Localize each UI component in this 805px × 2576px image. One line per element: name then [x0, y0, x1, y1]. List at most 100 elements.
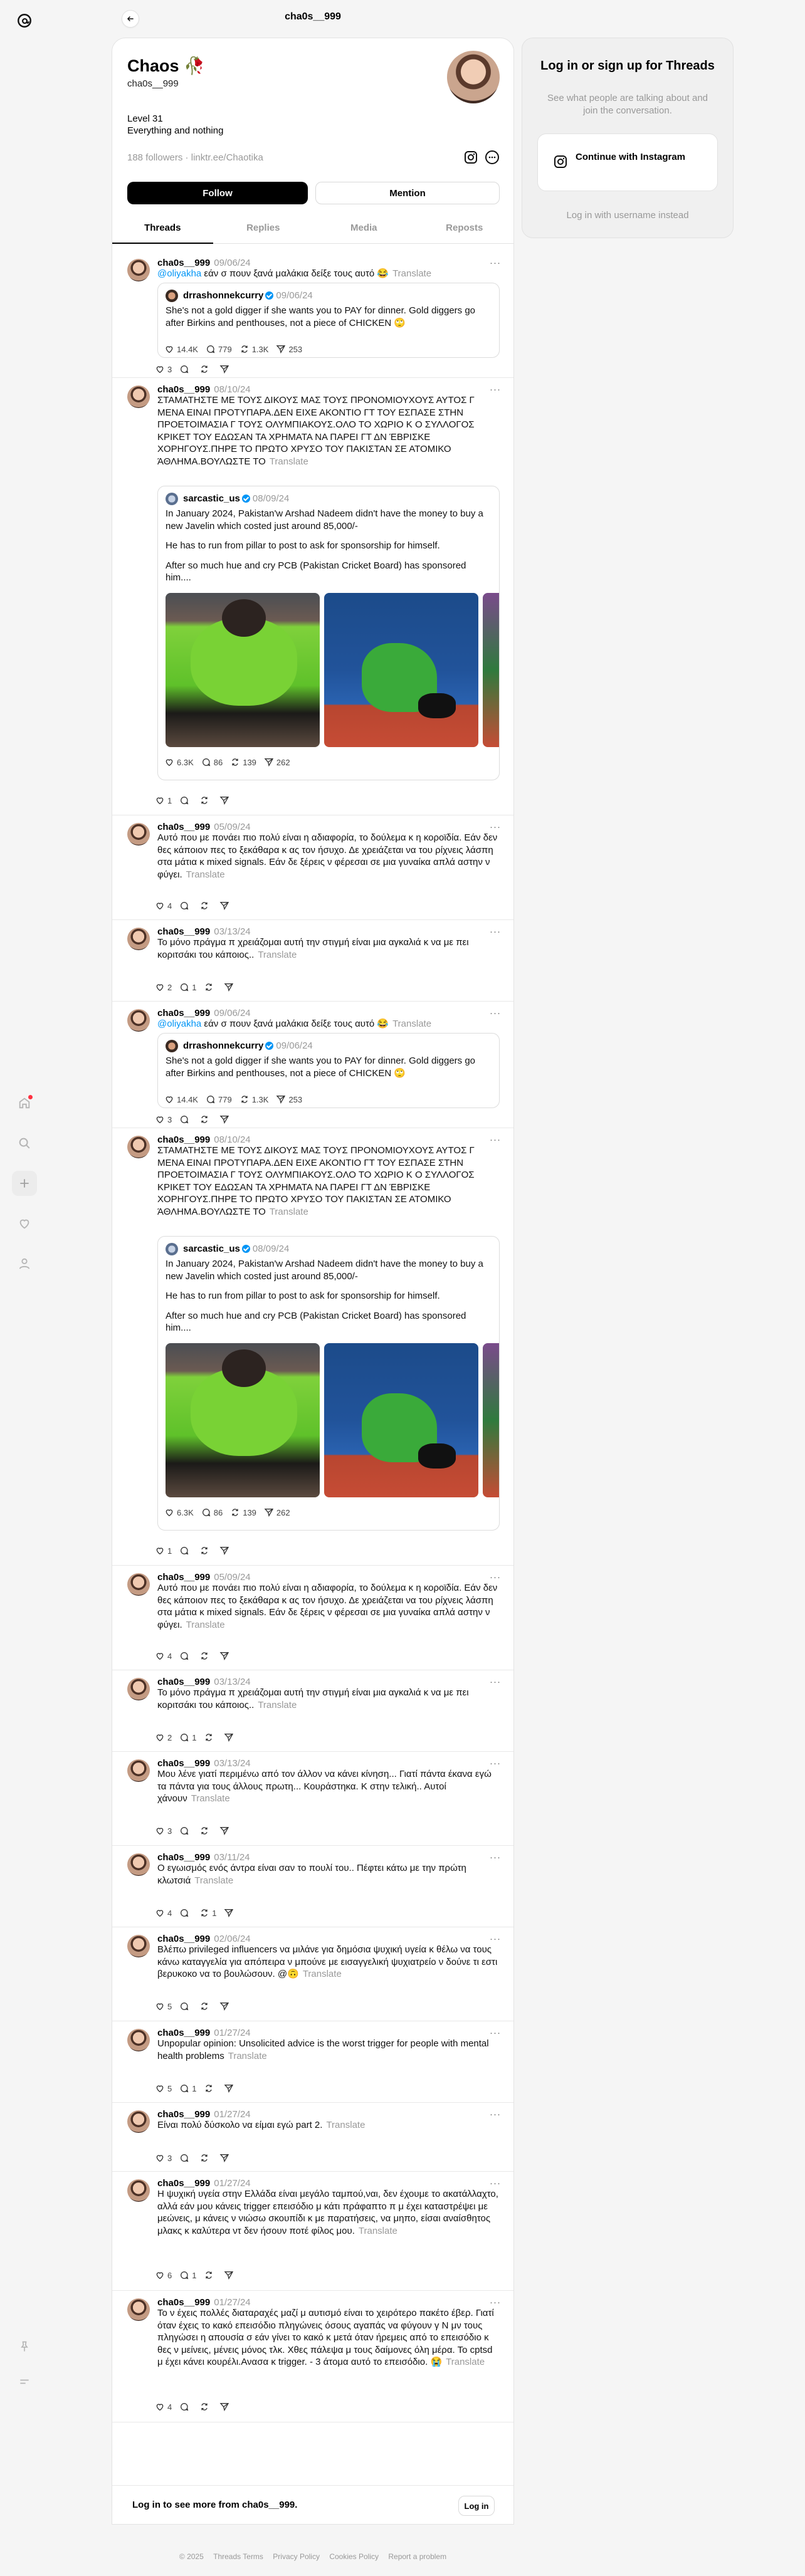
repost-button[interactable]: [199, 2001, 212, 2011]
post-more-icon[interactable]: ···: [490, 1008, 501, 1018]
post-more-icon[interactable]: ···: [490, 822, 501, 832]
repost-button[interactable]: 1.3K: [239, 1094, 268, 1104]
like-button[interactable]: 4: [155, 1908, 172, 1918]
post-avatar[interactable]: [127, 1935, 150, 1957]
post-avatar[interactable]: [127, 2179, 150, 2202]
reply-button[interactable]: 1: [179, 2083, 196, 2093]
post-date[interactable]: 03/11/24: [214, 1852, 250, 1863]
post-username[interactable]: cha0s__999: [157, 384, 210, 395]
share-button[interactable]: [219, 1826, 232, 1836]
thread-post[interactable]: cha0s__999 03/13/24 ··· Το μόνο πράγμα π χρ…: [112, 1670, 513, 1752]
post-date[interactable]: 01/27/24: [214, 2297, 250, 2308]
post-date[interactable]: 03/13/24: [214, 1758, 250, 1769]
repost-button[interactable]: [199, 795, 212, 805]
post-avatar[interactable]: [127, 1009, 150, 1032]
translate-link[interactable]: Translate: [270, 1207, 308, 1217]
follow-button[interactable]: Follow: [127, 182, 308, 204]
post-username[interactable]: cha0s__999: [157, 1008, 210, 1018]
thread-post[interactable]: cha0s__999 08/10/24 ··· ΣΤΑΜΑΤΗΣΤΕ ΜΕ ΤΟΥΣ …: [112, 378, 513, 815]
post-username[interactable]: cha0s__999: [157, 2178, 210, 2189]
post-avatar[interactable]: [127, 1853, 150, 1876]
post-avatar[interactable]: [127, 385, 150, 408]
tab-reposts[interactable]: Reposts: [414, 214, 514, 243]
post-date[interactable]: 03/13/24: [214, 1677, 250, 1687]
reply-button[interactable]: [179, 1908, 192, 1918]
footer-cookies-link[interactable]: Cookies Policy: [329, 2552, 379, 2561]
post-date[interactable]: 01/27/24: [214, 2109, 250, 2120]
like-button[interactable]: 6.3K: [164, 757, 194, 767]
create-icon[interactable]: [12, 1171, 37, 1196]
translate-link[interactable]: Translate: [303, 1969, 342, 1979]
login-button[interactable]: Log in: [458, 2496, 495, 2516]
profile-link[interactable]: linktr.ee/Chaotika: [191, 152, 263, 163]
translate-link[interactable]: Translate: [258, 1700, 297, 1710]
post-avatar[interactable]: [127, 2029, 150, 2051]
share-button[interactable]: [219, 1546, 232, 1556]
post-avatar[interactable]: [127, 823, 150, 846]
share-button[interactable]: [224, 982, 236, 992]
athlete-photo[interactable]: [324, 593, 478, 747]
quoted-post[interactable]: sarcastic_us 08/09/24 In January 2024, Pak…: [157, 486, 500, 780]
post-username[interactable]: cha0s__999: [157, 926, 210, 937]
reply-button[interactable]: 86: [201, 1507, 223, 1517]
athlete-photo[interactable]: [166, 1343, 320, 1497]
post-avatar[interactable]: [127, 2298, 150, 2321]
reply-button[interactable]: [179, 364, 192, 374]
post-more-icon[interactable]: ···: [490, 2109, 501, 2120]
footer-privacy-link[interactable]: Privacy Policy: [273, 2552, 320, 2561]
reply-button[interactable]: [179, 2153, 192, 2163]
translate-link[interactable]: Translate: [186, 1620, 225, 1630]
post-username[interactable]: cha0s__999: [157, 1572, 210, 1583]
post-more-icon[interactable]: ···: [490, 2028, 501, 2038]
thread-post[interactable]: cha0s__999 03/11/24 ··· Ο εγωισμός ενός άντ…: [112, 1846, 513, 1927]
repost-button[interactable]: 1.3K: [239, 344, 268, 354]
thread-post[interactable]: cha0s__999 09/06/24 ··· @oliyakha εάν σ που…: [112, 251, 513, 378]
mention-link[interactable]: @oliyakha: [157, 1018, 201, 1029]
quoted-avatar[interactable]: [166, 290, 178, 302]
footer-terms-link[interactable]: Threads Terms: [213, 2552, 263, 2561]
share-button[interactable]: [219, 2402, 232, 2412]
media-carousel[interactable]: [166, 593, 499, 747]
thread-post[interactable]: cha0s__999 05/09/24 ··· Αυτό που με πονάει …: [112, 1566, 513, 1670]
post-avatar[interactable]: [127, 928, 150, 950]
repost-button[interactable]: [199, 1546, 212, 1556]
repost-button[interactable]: [199, 364, 212, 374]
share-button[interactable]: [219, 901, 232, 911]
tab-threads[interactable]: Threads: [112, 214, 213, 244]
like-button[interactable]: 3: [155, 364, 172, 374]
share-button[interactable]: 253: [276, 1094, 302, 1104]
profile-icon[interactable]: [12, 1251, 37, 1276]
share-button[interactable]: [219, 1651, 232, 1661]
post-more-icon[interactable]: ···: [490, 1934, 501, 1944]
quoted-avatar[interactable]: [166, 1243, 178, 1255]
pin-icon[interactable]: [12, 2334, 37, 2359]
repost-button[interactable]: [199, 2402, 212, 2412]
like-button[interactable]: 3: [155, 1114, 172, 1124]
post-username[interactable]: cha0s__999: [157, 2297, 210, 2308]
like-button[interactable]: 4: [155, 2402, 172, 2412]
footer-report-link[interactable]: Report a problem: [388, 2552, 446, 2561]
translate-link[interactable]: Translate: [194, 1875, 233, 1886]
reply-button[interactable]: 1: [179, 2270, 196, 2280]
reply-button[interactable]: [179, 1826, 192, 1836]
post-date[interactable]: 05/09/24: [214, 1572, 250, 1583]
repost-button[interactable]: [199, 1826, 212, 1836]
translate-link[interactable]: Translate: [186, 869, 225, 880]
quoted-username[interactable]: drrashonnekcurry: [183, 1040, 263, 1051]
like-button[interactable]: 5: [155, 2083, 172, 2093]
followers-count[interactable]: 188 followers: [127, 152, 182, 163]
repost-button[interactable]: 1: [199, 1908, 216, 1918]
activity-heart-icon[interactable]: [12, 1211, 37, 1236]
repost-button[interactable]: 139: [230, 757, 256, 767]
post-date[interactable]: 01/27/24: [214, 2178, 250, 2189]
reply-button[interactable]: [179, 2001, 192, 2011]
post-avatar[interactable]: [127, 2110, 150, 2133]
like-button[interactable]: 4: [155, 1651, 172, 1661]
reply-button[interactable]: 779: [206, 1094, 232, 1104]
tab-replies[interactable]: Replies: [213, 214, 314, 243]
share-button[interactable]: [219, 2153, 232, 2163]
post-avatar[interactable]: [127, 1136, 150, 1158]
post-username[interactable]: cha0s__999: [157, 1134, 210, 1145]
translate-link[interactable]: Translate: [191, 1793, 230, 1804]
post-more-icon[interactable]: ···: [490, 1677, 501, 1687]
